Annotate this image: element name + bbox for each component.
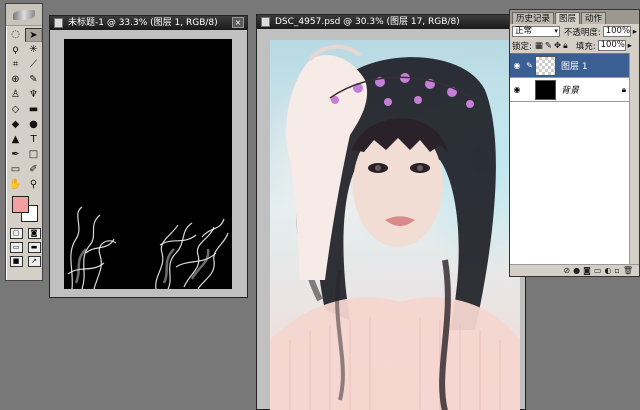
lock-all-icon[interactable]: 🔒︎ bbox=[563, 41, 568, 51]
full-screen-mode-button[interactable]: ■ bbox=[9, 256, 23, 267]
layer-name: 图层 1 bbox=[561, 62, 588, 72]
jump-to-imageready-button[interactable]: ↗ bbox=[27, 256, 41, 267]
blend-mode-value: 正常 bbox=[515, 26, 533, 36]
toolbox-mode-buttons: ▢ ◙ ▭ ▬ ■ ↗ bbox=[7, 228, 43, 270]
portrait-photo bbox=[270, 44, 520, 410]
marquee-tool-icon[interactable]: ◌ bbox=[7, 28, 24, 42]
layer-style-icon[interactable]: ● bbox=[573, 266, 580, 275]
eraser-tool-icon[interactable]: ◇ bbox=[7, 103, 24, 117]
tab-history[interactable]: 历史记录 bbox=[512, 12, 555, 24]
layer-row-background[interactable]: ◉ 背景 🔒︎ bbox=[510, 78, 631, 102]
layers-scrollbar[interactable] bbox=[629, 53, 639, 265]
notes-tool-icon[interactable]: ▭ bbox=[7, 163, 24, 177]
lock-transparent-icon[interactable]: ▦ bbox=[535, 41, 543, 51]
lock-icon: 🔒︎ bbox=[621, 85, 626, 94]
type-tool-icon[interactable]: T bbox=[25, 133, 42, 147]
tab-layers[interactable]: 图层 bbox=[555, 12, 581, 24]
lock-image-icon[interactable]: ✎ bbox=[545, 41, 552, 51]
blur-tool-icon[interactable]: ◆ bbox=[7, 118, 24, 132]
panel-tabs: 历史记录 图层 动作 bbox=[510, 10, 639, 24]
gradient-tool-icon[interactable]: ▬ bbox=[25, 103, 42, 117]
new-group-icon[interactable]: ▭ bbox=[594, 266, 602, 275]
delete-layer-icon[interactable]: 🗑︎ bbox=[623, 266, 633, 275]
document-icon bbox=[261, 17, 270, 27]
layers-panel: 历史记录 图层 动作 正常 ▾ 不透明度: 100% ▸ 锁定: ▦ ✎ ✥ 🔒︎… bbox=[509, 9, 640, 277]
shape-tool-icon[interactable]: □ bbox=[25, 148, 42, 162]
brush-tool-icon[interactable]: ✎ bbox=[25, 73, 42, 87]
photoshop-feather-logo[interactable] bbox=[6, 4, 42, 26]
link-layers-icon[interactable]: ⊘ bbox=[563, 266, 570, 275]
clone-stamp-tool-icon[interactable]: ♙ bbox=[7, 88, 24, 102]
close-icon[interactable]: × bbox=[232, 17, 244, 28]
pen-tool-icon[interactable]: ✒ bbox=[7, 148, 24, 162]
dodge-tool-icon[interactable]: ● bbox=[25, 118, 42, 132]
adjustment-layer-icon[interactable]: ◐ bbox=[604, 266, 611, 275]
lock-fill-row: 锁定: ▦ ✎ ✥ 🔒︎ 填充: 100% ▸ bbox=[510, 39, 639, 52]
tab-actions[interactable]: 动作 bbox=[581, 12, 607, 24]
tool-grid: ◌ ➤ ϙ ✳ ⌗ ⟋ ⊕ ✎ ♙ ♆ ◇ ▬ ◆ ● ▲ T ✒ □ ▭ ✐ ✋ ⚲ bbox=[6, 26, 42, 194]
document-window-untitled[interactable]: 未标题-1 @ 33.3% (图层 1, RGB/8) × bbox=[49, 15, 248, 298]
layers-panel-footer: ⊘ ● ◙ ▭ ◐ ▫ 🗑︎ bbox=[510, 264, 639, 276]
opacity-input[interactable]: 100% bbox=[602, 26, 631, 37]
fill-input[interactable]: 100% bbox=[597, 40, 626, 51]
document-window-dsc4957[interactable]: DSC_4957.psd @ 30.3% (图层 17, RGB/8) bbox=[256, 14, 526, 410]
eye-icon[interactable]: ◉ bbox=[510, 85, 524, 94]
layers-list: ◉ ✎ 图层 1 ◉ 背景 🔒︎ bbox=[510, 53, 631, 265]
slice-tool-icon[interactable]: ⟋ bbox=[25, 58, 42, 72]
layer-thumbnail bbox=[535, 55, 556, 76]
eye-icon[interactable]: ◉ bbox=[510, 61, 524, 70]
path-selection-tool-icon[interactable]: ▲ bbox=[7, 133, 24, 147]
zoom-tool-icon[interactable]: ⚲ bbox=[25, 178, 42, 192]
lock-position-icon[interactable]: ✥ bbox=[554, 41, 561, 51]
layer-row-layer1[interactable]: ◉ ✎ 图层 1 bbox=[510, 54, 631, 78]
standard-mode-button[interactable]: ▢ bbox=[9, 228, 23, 239]
hand-tool-icon[interactable]: ✋ bbox=[7, 178, 24, 192]
opacity-label: 不透明度: bbox=[563, 27, 601, 38]
magic-wand-tool-icon[interactable]: ✳ bbox=[25, 43, 42, 57]
history-brush-tool-icon[interactable]: ♆ bbox=[25, 88, 42, 102]
document-icon bbox=[54, 18, 63, 28]
document-titlebar[interactable]: 未标题-1 @ 33.3% (图层 1, RGB/8) × bbox=[50, 16, 247, 30]
blend-mode-select[interactable]: 正常 ▾ bbox=[512, 26, 560, 37]
toolbox: ◌ ➤ ϙ ✳ ⌗ ⟋ ⊕ ✎ ♙ ♆ ◇ ▬ ◆ ● ▲ T ✒ □ ▭ ✐ ✋ ⚲ ▢ ◙ ▭ ▬ ■ ↗ bbox=[5, 3, 43, 281]
foreground-color-swatch[interactable] bbox=[12, 196, 29, 213]
quick-mask-mode-button[interactable]: ◙ bbox=[27, 228, 41, 239]
document-canvas-photo[interactable] bbox=[270, 40, 520, 410]
healing-brush-tool-icon[interactable]: ⊕ bbox=[7, 73, 24, 87]
eyedropper-tool-icon[interactable]: ✐ bbox=[25, 163, 42, 177]
chevron-down-icon: ▾ bbox=[554, 27, 558, 35]
full-screen-menu-mode-button[interactable]: ▬ bbox=[27, 242, 41, 253]
opacity-arrow-icon[interactable]: ▸ bbox=[633, 27, 637, 37]
lock-label: 锁定: bbox=[512, 41, 532, 52]
fill-arrow-icon[interactable]: ▸ bbox=[628, 41, 632, 51]
document-title: 未标题-1 @ 33.3% (图层 1, RGB/8) bbox=[68, 18, 218, 28]
document-title: DSC_4957.psd @ 30.3% (图层 17, RGB/8) bbox=[275, 17, 460, 27]
smoke-artwork bbox=[67, 206, 229, 289]
brush-link-icon: ✎ bbox=[526, 61, 533, 70]
standard-screen-mode-button[interactable]: ▭ bbox=[9, 242, 23, 253]
fill-label: 填充: bbox=[575, 41, 596, 52]
layer-thumbnail bbox=[535, 79, 556, 100]
add-mask-icon[interactable]: ◙ bbox=[583, 266, 591, 275]
layer-name: 背景 bbox=[561, 86, 580, 96]
lasso-tool-icon[interactable]: ϙ bbox=[7, 43, 24, 57]
document-titlebar[interactable]: DSC_4957.psd @ 30.3% (图层 17, RGB/8) bbox=[257, 15, 525, 29]
move-tool-icon[interactable]: ➤ bbox=[25, 28, 42, 42]
opacity-value: 100% bbox=[605, 26, 631, 36]
fill-value: 100% bbox=[600, 40, 625, 50]
new-layer-icon[interactable]: ▫ bbox=[614, 266, 619, 275]
document-canvas[interactable] bbox=[64, 39, 232, 289]
blend-opacity-row: 正常 ▾ 不透明度: 100% ▸ bbox=[510, 25, 639, 38]
feather-icon bbox=[13, 9, 35, 20]
crop-tool-icon[interactable]: ⌗ bbox=[7, 58, 24, 72]
